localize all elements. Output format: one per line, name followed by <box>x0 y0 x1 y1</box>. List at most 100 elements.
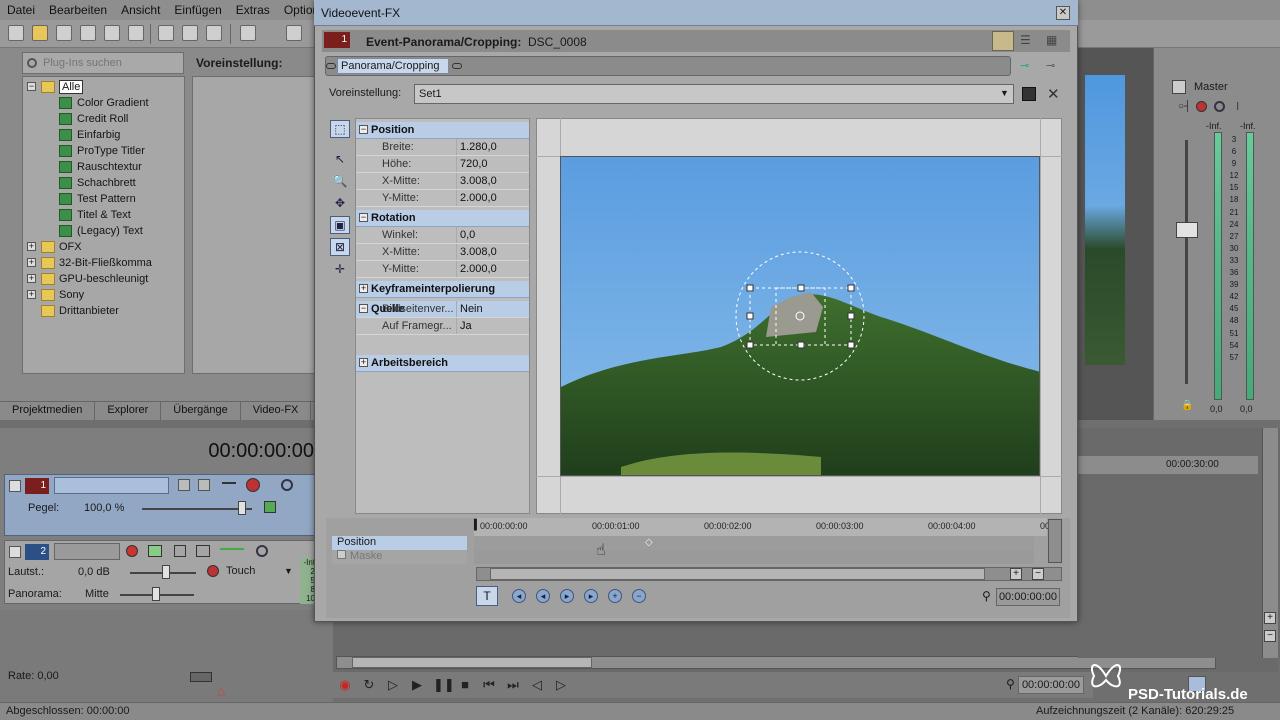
properties-icon[interactable] <box>128 25 144 41</box>
dock-tab[interactable]: Übergänge <box>161 402 241 420</box>
keyframe-cursor-icon[interactable]: ▍ <box>474 520 482 531</box>
collapse-icon[interactable]: − <box>359 125 368 134</box>
property-section[interactable]: − Position <box>356 122 529 139</box>
menu-item[interactable]: Datei <box>0 3 42 17</box>
chevron-down-icon[interactable]: ▼ <box>1000 88 1009 98</box>
tree-item[interactable]: + Sony <box>27 287 84 302</box>
automation-dropdown-icon[interactable]: ▼ <box>284 566 293 576</box>
tree-item[interactable]: +32-Bit-Fließkomma <box>27 255 152 270</box>
master-lock-icon[interactable]: 🔒 <box>1181 400 1193 411</box>
master-mute-icon[interactable] <box>1214 101 1225 112</box>
keyframe-scrollbar-thumb[interactable] <box>490 568 985 580</box>
property-row[interactable]: Y-Mitte: 2.000,0 <box>356 261 529 278</box>
master-solo-icon[interactable]: Ⅰ <box>1236 100 1239 113</box>
tree-item[interactable]: Titel & Text <box>59 207 131 222</box>
tree-item[interactable]: ProType Titler <box>59 143 145 158</box>
property-value[interactable]: Nein <box>460 303 483 315</box>
tree-item[interactable]: − Alle <box>27 79 84 94</box>
stop-icon[interactable]: ■ <box>457 677 473 693</box>
redo-icon[interactable] <box>286 25 302 41</box>
track-output-icon[interactable] <box>264 501 276 513</box>
tree-item[interactable]: +Drittanbieter <box>27 303 119 318</box>
track-fx-icon[interactable] <box>198 479 210 491</box>
master-input-icon[interactable]: ○┤ <box>1178 101 1191 112</box>
mute-icon[interactable] <box>281 479 293 491</box>
tree-item[interactable]: Rauschtextur <box>59 159 142 174</box>
track-envelope-icon[interactable] <box>196 545 210 557</box>
dock-tab[interactable]: Video-FX <box>241 402 312 420</box>
paste-icon[interactable] <box>206 25 222 41</box>
last-keyframe-icon[interactable]: ▸ <box>584 589 598 603</box>
property-row[interactable]: Auf Framegr... Ja <box>356 318 529 335</box>
master-fader-knob[interactable] <box>1176 222 1198 238</box>
audio-track-name-field[interactable] <box>54 543 120 560</box>
go-to-end-icon[interactable]: ⏭ <box>505 677 521 693</box>
expand-icon[interactable]: + <box>27 274 36 283</box>
property-row[interactable]: X-Mitte: 3.008,0 <box>356 173 529 190</box>
zoom-out-icon[interactable]: − <box>1264 630 1276 642</box>
undo-icon[interactable] <box>240 25 256 41</box>
property-section[interactable]: + Arbeitsbereich <box>356 355 529 372</box>
preset-select[interactable]: Set1 <box>414 84 1014 104</box>
automation-gear-icon[interactable] <box>207 565 219 577</box>
stretch-fill-icon[interactable]: ⊠ <box>330 238 350 256</box>
mute-icon[interactable] <box>256 545 268 557</box>
plugin-preset-list[interactable] <box>192 76 316 374</box>
property-section[interactable]: − Rotation <box>356 210 529 227</box>
rate-slider-knob[interactable] <box>190 672 212 682</box>
master-gear-icon[interactable] <box>1196 101 1207 112</box>
add-keyframe-icon[interactable]: + <box>608 589 622 603</box>
expand-icon[interactable]: + <box>27 258 36 267</box>
pan-slider-knob[interactable] <box>152 587 160 601</box>
keyframe-zoom-in-icon[interactable]: + <box>1010 568 1022 580</box>
save-icon[interactable] <box>56 25 72 41</box>
loop-icon[interactable]: ↻ <box>361 677 377 693</box>
compositing-mode-icon[interactable] <box>222 482 236 488</box>
pause-icon[interactable]: ❚❚ <box>433 677 455 693</box>
property-row[interactable]: Höhe: 720,0 <box>356 156 529 173</box>
keyframe-track-mask[interactable]: Maske <box>332 550 467 564</box>
sync-cursor-icon[interactable]: T <box>476 586 498 606</box>
add-fx-icon[interactable]: ⊸ <box>1020 59 1038 73</box>
property-value[interactable]: 2.000,0 <box>460 192 497 204</box>
property-value[interactable]: 3.008,0 <box>460 246 497 258</box>
fit-frame-icon[interactable]: ▣ <box>330 216 350 234</box>
menu-item[interactable]: Ansicht <box>114 3 167 17</box>
next-keyframe-icon[interactable]: ▸ <box>560 589 574 603</box>
keyframe-lane[interactable] <box>474 550 1034 564</box>
delete-keyframe-icon[interactable]: − <box>632 589 646 603</box>
property-value[interactable]: Ja <box>460 320 472 332</box>
remove-fx-icon[interactable]: ⊸ <box>1046 59 1064 73</box>
property-row[interactable]: Y-Mitte: 2.000,0 <box>356 190 529 207</box>
automation-mode[interactable]: Touch <box>226 565 255 577</box>
dialog-close-button[interactable]: ✕ <box>1056 6 1070 20</box>
expand-icon[interactable]: + <box>27 242 36 251</box>
fx-chain-item[interactable]: Panorama/Cropping <box>337 58 449 74</box>
track-motion-icon[interactable] <box>178 479 190 491</box>
tree-item[interactable]: Color Gradient <box>59 95 149 110</box>
selection-tool-icon[interactable]: ⬚ <box>330 120 350 138</box>
plugin-search-input[interactable] <box>43 57 173 69</box>
keyframe-track-position[interactable]: Position <box>332 536 467 550</box>
save-as-icon[interactable] <box>80 25 96 41</box>
expand-icon[interactable]: + <box>27 290 36 299</box>
previous-frame-icon[interactable]: ◁ <box>529 677 545 693</box>
dock-tab[interactable]: Projektmedien <box>0 402 96 420</box>
cursor-timecode[interactable]: 00:00:00:00 <box>70 436 318 470</box>
collapse-icon[interactable]: − <box>359 213 368 222</box>
chain-view-icon[interactable] <box>992 31 1014 51</box>
center-icon[interactable]: ✛ <box>330 260 350 278</box>
save-preset-icon[interactable] <box>1022 87 1036 101</box>
tree-item[interactable]: + GPU-beschleunigt <box>27 271 148 286</box>
keyframe-timecode[interactable]: 00:00:00:00 <box>996 588 1060 606</box>
pegel-slider-track[interactable] <box>142 508 252 510</box>
render-icon[interactable] <box>104 25 120 41</box>
move-tool-icon[interactable]: ✥ <box>330 194 350 212</box>
copy-icon[interactable] <box>182 25 198 41</box>
expand-icon[interactable]: + <box>359 358 368 367</box>
keyframe-marker-icon[interactable]: ◇ <box>645 537 653 548</box>
tree-item[interactable]: Schachbrett <box>59 175 136 190</box>
play-from-start-icon[interactable]: ▷ <box>385 677 401 693</box>
volume-slider-knob[interactable] <box>162 565 170 579</box>
menu-item[interactable]: Einfügen <box>167 3 228 17</box>
